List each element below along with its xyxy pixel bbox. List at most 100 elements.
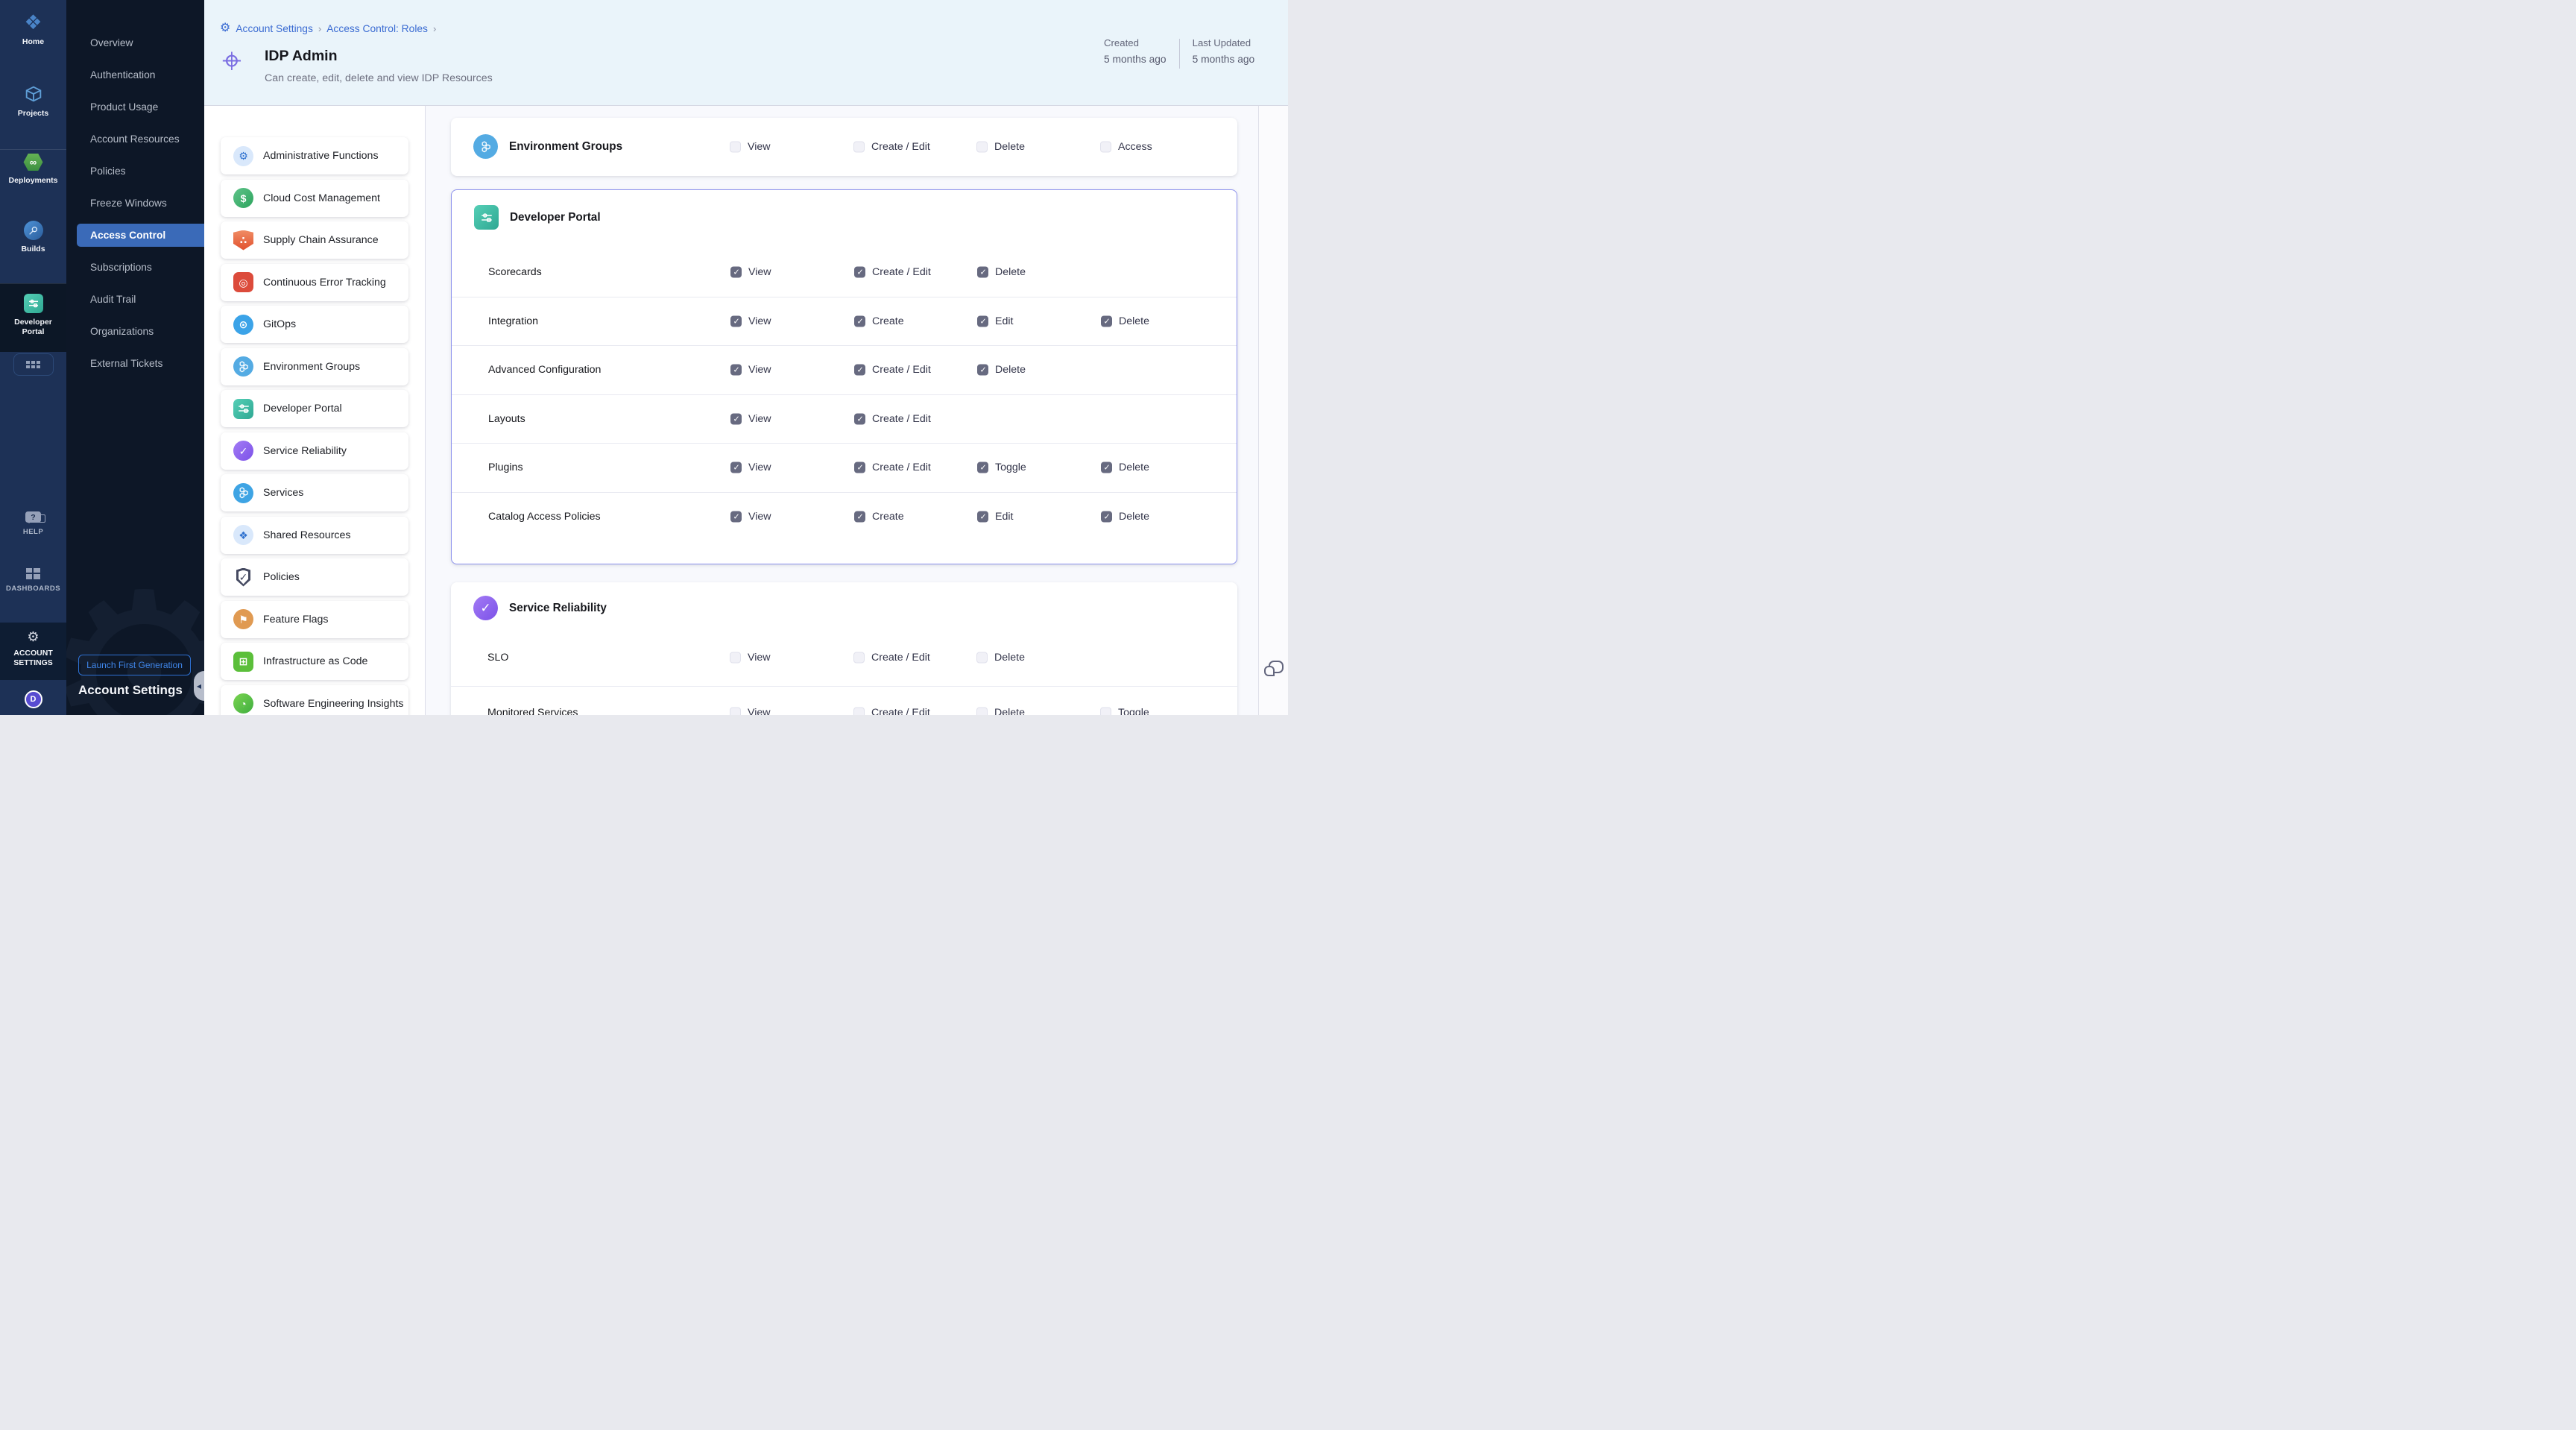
checkbox-toggle[interactable] <box>1100 708 1111 716</box>
permission-delete: Delete <box>976 118 1096 176</box>
nav-projects[interactable]: Projects <box>0 84 66 119</box>
chevron-left-icon: ◀ <box>197 683 201 690</box>
module-item-cloud-cost-management[interactable]: $ Cloud Cost Management <box>221 180 408 217</box>
module-item-shared-resources[interactable]: ❖ Shared Resources <box>221 517 408 554</box>
environment-groups-icon <box>233 356 253 377</box>
checkbox-view[interactable] <box>730 708 741 716</box>
developer-portal-icon <box>233 399 253 419</box>
permission-row-advanced-configuration: Advanced Configuration View Create / Edi… <box>452 346 1237 395</box>
module-item-gitops[interactable]: ⊙ GitOps <box>221 306 408 343</box>
permission-view: View <box>730 118 849 176</box>
module-item-continuous-error-tracking[interactable]: ◎ Continuous Error Tracking <box>221 264 408 301</box>
launch-first-generation-button[interactable]: Launch First Generation <box>78 655 191 675</box>
checkbox-create-edit[interactable] <box>854 365 865 376</box>
nav-builds[interactable]: Builds <box>0 221 66 254</box>
role-meta: Created 5 months ago Last Updated 5 mont… <box>1104 37 1254 69</box>
primary-sidebar: ❖ Home Projects ∞ Deployments Builds Dev… <box>0 0 66 715</box>
checkbox-create-edit[interactable] <box>853 652 865 663</box>
checkbox-view[interactable] <box>730 511 742 523</box>
sidebar-item-account-resources[interactable]: Account Resources <box>66 123 204 155</box>
module-item-service-reliability[interactable]: ✓ Service Reliability <box>221 432 408 470</box>
sidebar-item-external-tickets[interactable]: External Tickets <box>66 347 204 379</box>
home-logo-icon: ❖ <box>24 12 42 33</box>
page-title: IDP Admin <box>265 48 338 65</box>
user-menu: D <box>0 690 66 708</box>
app-window: ❖ Home Projects ∞ Deployments Builds Dev… <box>0 0 1288 715</box>
nav-projects-label: Projects <box>18 109 48 119</box>
module-item-developer-portal[interactable]: Developer Portal <box>221 390 408 427</box>
permission-access: Access <box>1100 118 1219 176</box>
administrative-functions-icon: ⚙ <box>233 146 253 166</box>
checkbox-create[interactable] <box>854 315 865 327</box>
sidebar-item-policies[interactable]: Policies <box>66 155 204 187</box>
module-item-administrative-functions[interactable]: ⚙ Administrative Functions <box>221 137 408 174</box>
checkbox-view[interactable] <box>730 462 742 473</box>
checkbox-create-edit[interactable] <box>854 267 865 278</box>
checkbox-edit[interactable] <box>977 511 988 523</box>
breadcrumb-account-settings[interactable]: Account Settings <box>236 23 313 34</box>
checkbox-delete[interactable] <box>976 652 988 663</box>
module-item-software-engineering-insights[interactable]: ◔ Software Engineering Insights <box>221 685 408 716</box>
sidebar-item-authentication[interactable]: Authentication <box>66 59 204 91</box>
checkbox-delete[interactable] <box>1101 315 1112 327</box>
sidebar-item-organizations[interactable]: Organizations <box>66 315 204 347</box>
dashboards-icon <box>26 568 40 579</box>
checkbox-edit[interactable] <box>977 315 988 327</box>
projects-cube-icon <box>23 84 44 104</box>
software-engineering-insights-icon: ◔ <box>233 693 253 714</box>
module-item-services[interactable]: Services <box>221 474 408 511</box>
sidebar-item-access-control[interactable]: Access Control <box>66 219 204 251</box>
permission-card-developer-portal: Developer Portal Scorecards View Create … <box>451 189 1237 564</box>
sidebar-item-subscriptions[interactable]: Subscriptions <box>66 251 204 283</box>
sidebar-item-product-usage[interactable]: Product Usage <box>66 91 204 123</box>
checkbox-delete[interactable] <box>976 708 988 716</box>
nav-builds-label: Builds <box>21 245 45 254</box>
nav-deployments[interactable]: ∞ Deployments <box>0 153 66 186</box>
developer-portal-icon <box>474 205 499 230</box>
module-item-policies[interactable]: ✓ Policies <box>221 558 408 596</box>
checkbox-delete[interactable] <box>977 365 988 376</box>
checkbox-toggle[interactable] <box>977 462 988 473</box>
sidebar-item-freeze-windows[interactable]: Freeze Windows <box>66 187 204 219</box>
breadcrumb-separator: › <box>433 23 436 34</box>
checkbox-access[interactable] <box>1100 142 1111 153</box>
module-item-feature-flags[interactable]: ⚑ Feature Flags <box>221 601 408 638</box>
sidebar-item-overview[interactable]: Overview <box>66 27 204 59</box>
checkbox-view[interactable] <box>730 267 742 278</box>
module-item-infrastructure-as-code[interactable]: ⊞ Infrastructure as Code <box>221 643 408 680</box>
checkbox-create-edit[interactable] <box>854 462 865 473</box>
checkbox-delete[interactable] <box>1101 511 1112 523</box>
sidebar-item-audit-trail[interactable]: Audit Trail <box>66 283 204 315</box>
avatar[interactable]: D <box>25 690 42 708</box>
checkbox-delete[interactable] <box>977 267 988 278</box>
sidebar-collapse-handle[interactable]: ◀ <box>194 671 204 701</box>
nav-account-settings[interactable]: ⚙ ACCOUNT SETTINGS <box>0 630 66 668</box>
apps-grid-icon <box>26 361 40 368</box>
service-reliability-icon: ✓ <box>473 596 498 620</box>
nav-help[interactable]: ? HELP <box>0 511 66 537</box>
breadcrumb-access-control-roles[interactable]: Access Control: Roles <box>326 23 428 34</box>
permission-card-service-reliability: ✓ Service Reliability SLO View Create / … <box>451 582 1237 715</box>
permission-card-environment-groups: Environment Groups View Create / Edit De… <box>451 118 1237 176</box>
nav-dashboards[interactable]: DASHBOARDS <box>0 568 66 593</box>
divider <box>0 149 66 150</box>
checkbox-create-edit[interactable] <box>853 708 865 716</box>
checkbox-view[interactable] <box>730 365 742 376</box>
checkbox-create-edit[interactable] <box>853 142 865 153</box>
checkbox-create[interactable] <box>854 511 865 523</box>
checkbox-delete[interactable] <box>1101 462 1112 473</box>
nav-developer-portal[interactable]: Developer Portal <box>0 294 66 337</box>
checkbox-view[interactable] <box>730 413 742 424</box>
support-chat-icon[interactable] <box>1264 661 1284 677</box>
module-item-supply-chain-assurance[interactable]: ∴ Supply Chain Assurance <box>221 221 408 259</box>
module-item-environment-groups[interactable]: Environment Groups <box>221 348 408 385</box>
apps-grid-button[interactable] <box>13 353 54 376</box>
checkbox-view[interactable] <box>730 652 741 663</box>
checkbox-view[interactable] <box>730 315 742 327</box>
checkbox-create-edit[interactable] <box>854 413 865 424</box>
nav-home[interactable]: ❖ Home <box>0 12 66 47</box>
role-description: Can create, edit, delete and view IDP Re… <box>265 72 493 84</box>
created-value: 5 months ago <box>1104 54 1167 65</box>
checkbox-view[interactable] <box>730 142 741 153</box>
checkbox-delete[interactable] <box>976 142 988 153</box>
